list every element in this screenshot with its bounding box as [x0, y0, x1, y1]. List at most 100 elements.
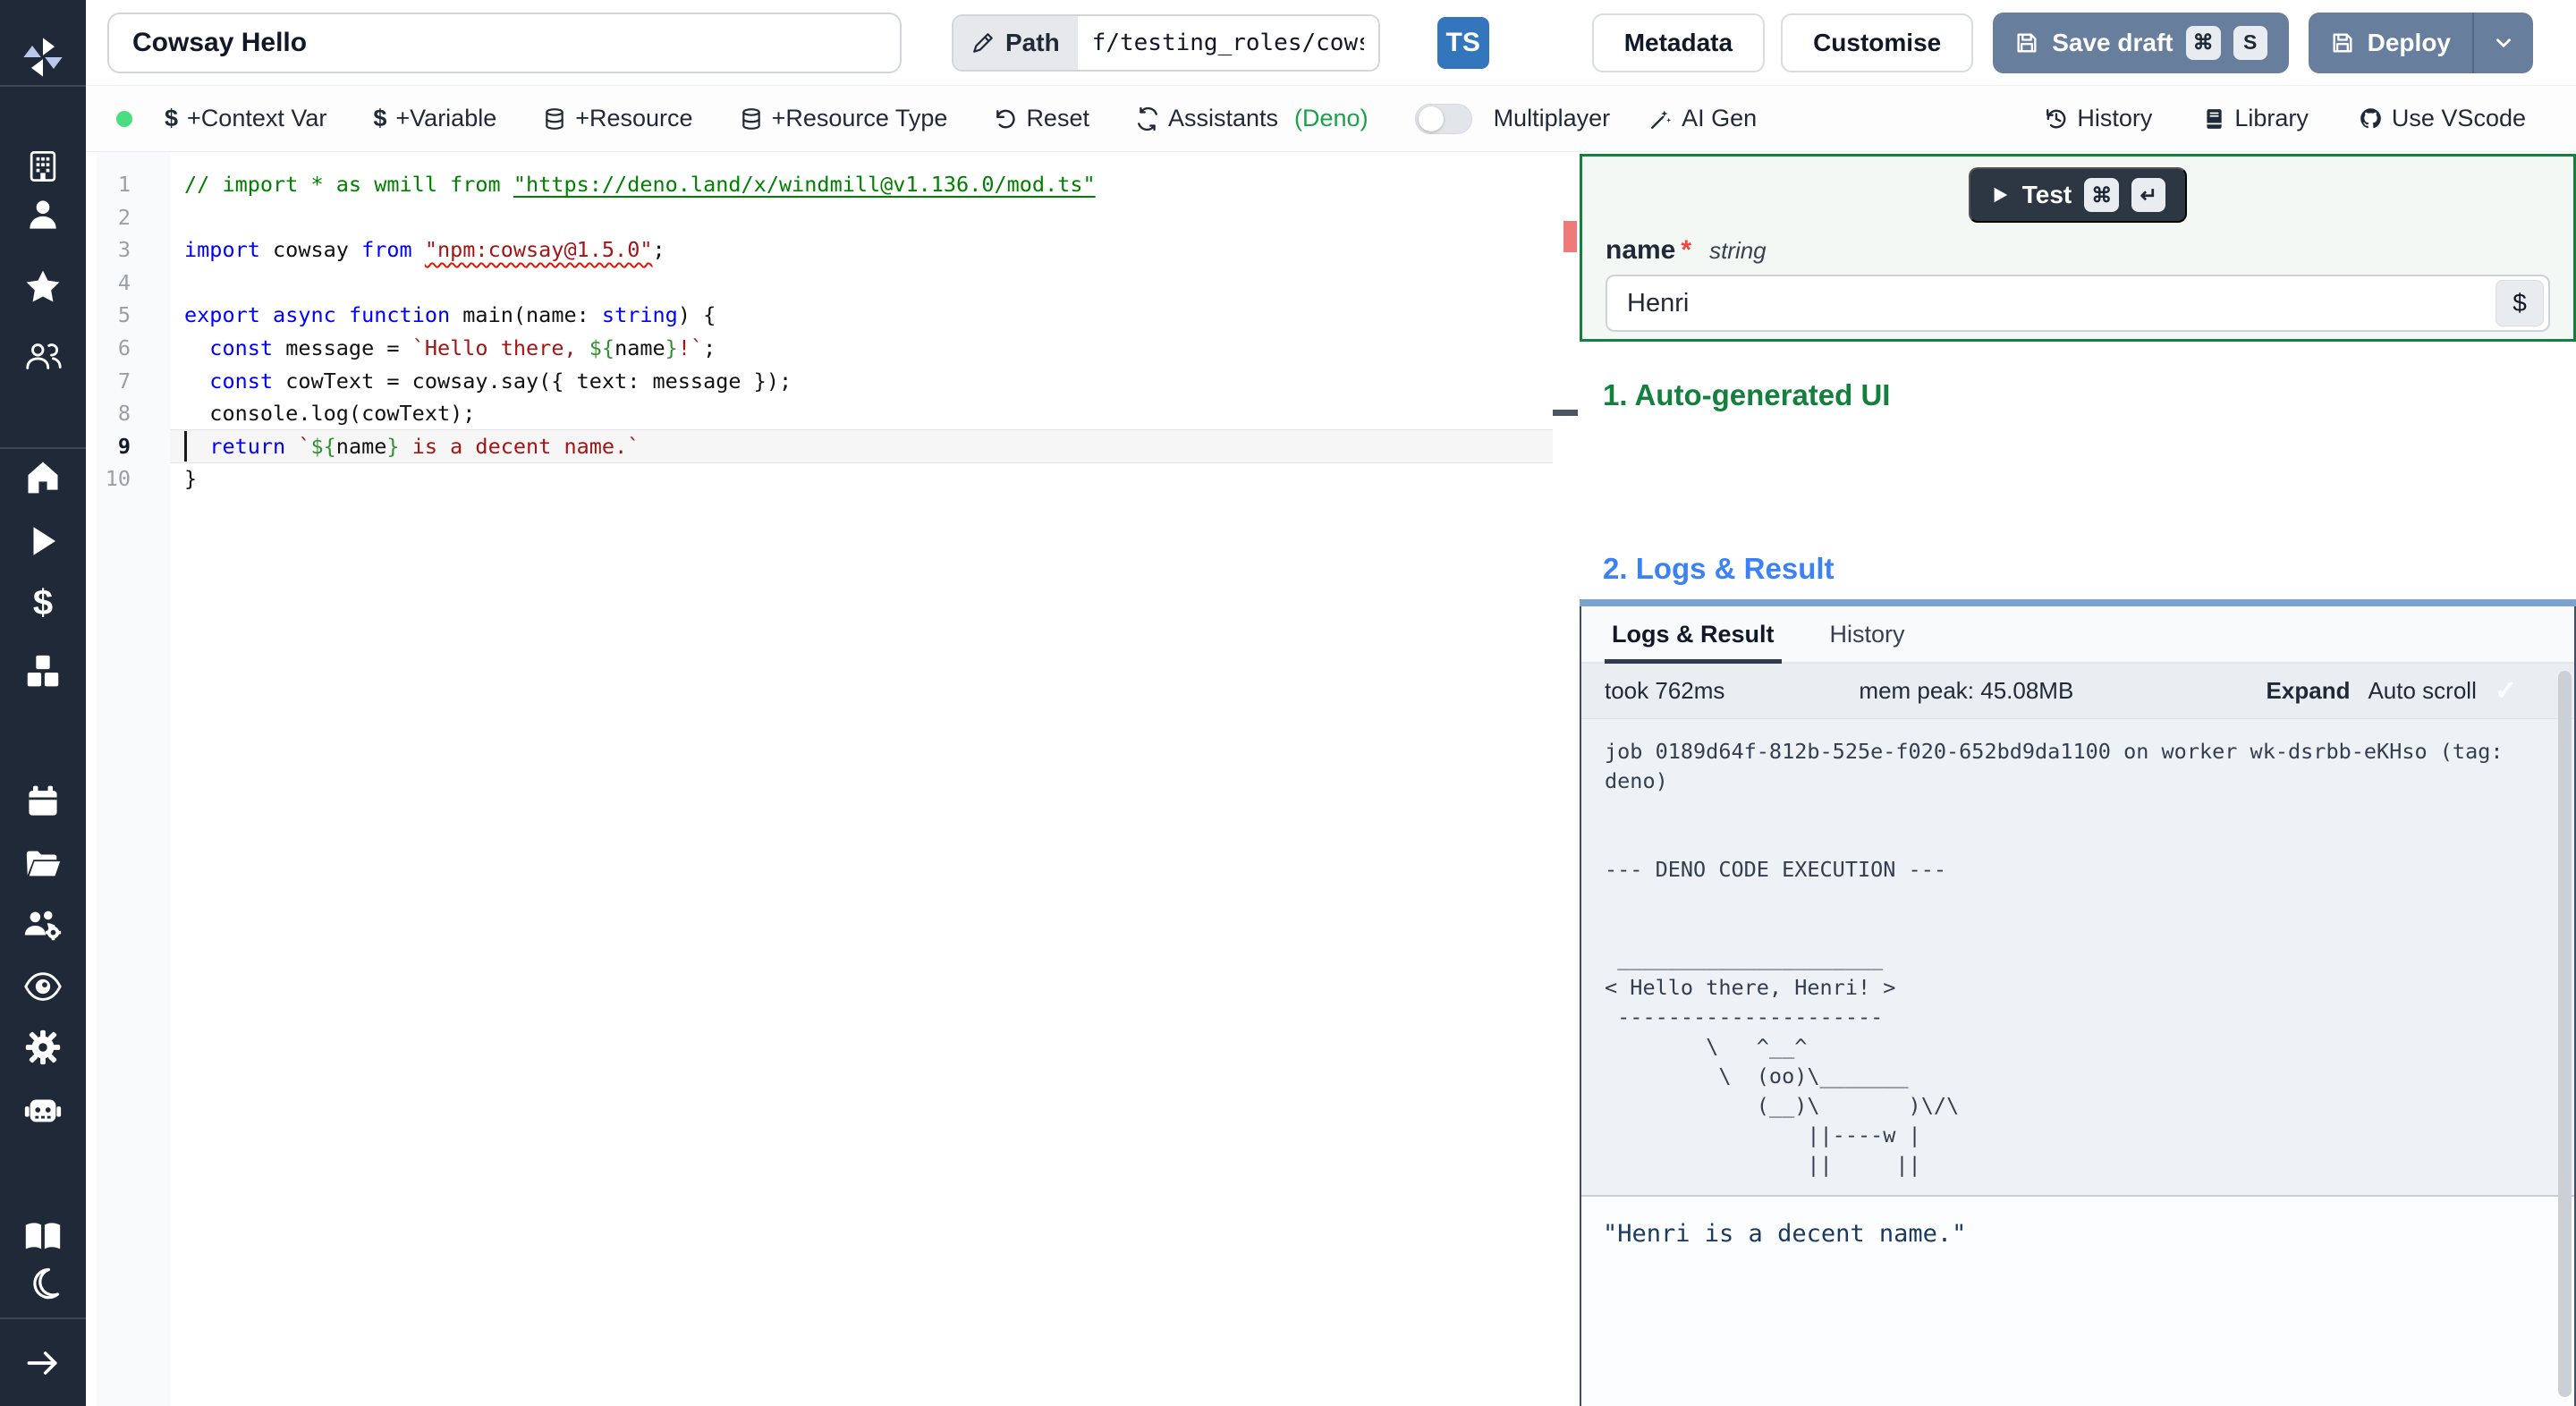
multiplayer-label: Multiplayer — [1493, 105, 1611, 131]
favorites-star-icon[interactable] — [0, 267, 86, 307]
groups-users-icon[interactable] — [0, 335, 86, 377]
schedules-calendar-icon[interactable] — [0, 783, 86, 822]
editor-toolbar: $ +Context Var $ +Variable +Resource +Re… — [86, 86, 2576, 152]
library-button[interactable]: Library — [2202, 105, 2309, 132]
status-dot — [116, 110, 132, 127]
deploy-button[interactable]: Deploy — [2308, 12, 2533, 73]
log-output: job 0189d64f-812b-525e-f020-652bd9da1100… — [1581, 719, 2574, 1195]
add-variable-label: +Variable — [395, 105, 497, 131]
add-resource-type-button[interactable]: +Resource Type — [740, 105, 948, 132]
logs-result-heading: 2. Logs & Result — [1603, 552, 1835, 585]
save-icon — [2014, 30, 2039, 55]
folders-icon[interactable] — [0, 843, 86, 885]
path-button[interactable]: Path — [953, 15, 1078, 70]
tab-logs-result[interactable]: Logs & Result — [1605, 606, 1782, 664]
script-title-input[interactable] — [107, 12, 902, 73]
metadata-button[interactable]: Metadata — [1591, 13, 1766, 72]
history-button[interactable]: History — [2045, 105, 2152, 132]
multiplayer-toggle[interactable] — [1414, 103, 1472, 134]
name-input[interactable] — [1611, 288, 2496, 318]
mem-peak: mem peak: 45.08MB — [1859, 677, 2074, 704]
workspace-building-icon[interactable] — [0, 147, 86, 186]
scrollbar-error-marker — [1563, 221, 1577, 252]
use-vscode-button[interactable]: Use VScode — [2359, 105, 2526, 132]
pencil-icon — [971, 31, 995, 55]
reset-button[interactable]: Reset — [994, 105, 1089, 132]
ai-gen-label: AI Gen — [1682, 105, 1758, 131]
magic-wand-icon — [1649, 107, 1673, 131]
scrollbar-cursor-marker — [1553, 410, 1578, 416]
auto-generated-ui-heading: 1. Auto-generated UI — [1603, 378, 1891, 411]
windmill-logo[interactable] — [0, 34, 86, 80]
kbd-cmd: ⌘ — [2185, 25, 2221, 60]
use-vscode-label: Use VScode — [2391, 105, 2526, 131]
add-resource-button[interactable]: +Resource — [543, 105, 693, 132]
check-icon: ✓ — [2494, 676, 2517, 706]
variables-dollar-icon[interactable]: $ — [0, 583, 86, 623]
runs-play-icon[interactable] — [0, 522, 86, 560]
settings-gear-icon[interactable] — [0, 1027, 86, 1068]
path-input[interactable] — [1077, 15, 1378, 70]
database-icon — [543, 107, 566, 131]
autoscroll-toggle[interactable]: Auto scroll — [2368, 677, 2476, 705]
database-icon — [740, 107, 763, 131]
reset-label: Reset — [1026, 105, 1089, 131]
chevron-down-icon — [2492, 31, 2515, 55]
topbar: Path TS Metadata Customise Save draft ⌘ … — [86, 0, 2576, 86]
text-cursor — [184, 431, 187, 462]
multiplayer-toggle-group: Multiplayer — [1414, 103, 1611, 134]
assistants-button[interactable]: Assistants (Deno) — [1136, 105, 1368, 132]
kbd-enter: ↵ — [2131, 178, 2166, 212]
field-label-row: name * string — [1582, 235, 2573, 266]
add-context-var-label: +Context Var — [187, 105, 327, 131]
typescript-badge: TS — [1436, 16, 1489, 69]
save-icon — [2330, 30, 2355, 55]
logs-box: Logs & Result History took 762ms mem pea… — [1580, 606, 2576, 1406]
add-context-var-button[interactable]: $ +Context Var — [165, 105, 326, 132]
dark-mode-moon-icon[interactable] — [0, 1265, 86, 1304]
assistants-label: Assistants — [1167, 105, 1279, 131]
user-icon[interactable] — [0, 195, 86, 234]
panel-resize-handle[interactable] — [1580, 599, 2576, 606]
resources-cubes-icon[interactable] — [0, 652, 86, 693]
audit-logs-eye-icon[interactable] — [0, 966, 86, 1007]
run-stats-row: took 762ms mem peak: 45.08MB Expand Auto… — [1581, 664, 2574, 719]
expand-button[interactable]: Expand — [2267, 677, 2351, 705]
line-numbers: 1 2 3 4 5 6 7 8 9 10 — [105, 172, 131, 492]
sidebar-divider — [0, 447, 86, 449]
test-button[interactable]: Test ⌘ ↵ — [1968, 167, 2188, 223]
logs-tabbar: Logs & Result History — [1581, 606, 2574, 664]
code-editor[interactable]: 1 2 3 4 5 6 7 8 9 10 // import * as wmill from "h… — [86, 152, 1580, 1406]
library-label: Library — [2234, 105, 2309, 131]
docs-book-icon[interactable] — [0, 1216, 86, 1258]
deploy-dropdown[interactable] — [2474, 31, 2533, 55]
add-resource-label: +Resource — [575, 105, 693, 131]
sidebar-divider — [0, 1317, 86, 1319]
sidebar-divider — [0, 85, 86, 87]
save-draft-button[interactable]: Save draft ⌘ S — [1993, 12, 2289, 73]
ai-robot-icon[interactable] — [0, 1089, 86, 1131]
tab-history[interactable]: History — [1830, 606, 1905, 662]
insert-variable-button[interactable]: $ — [2496, 280, 2544, 326]
args-section: Test ⌘ ↵ name * string $ — [1580, 154, 2576, 342]
add-variable-button[interactable]: $ +Variable — [373, 105, 496, 132]
assistants-lang: (Deno) — [1294, 105, 1368, 131]
book-icon — [2202, 107, 2225, 131]
run-duration: took 762ms — [1605, 677, 1725, 704]
home-icon[interactable] — [0, 457, 86, 496]
logs-scrollbar[interactable] — [2558, 671, 2572, 1397]
test-label: Test — [2021, 181, 2072, 208]
groups-settings-icon[interactable] — [0, 904, 86, 945]
history-clock-icon — [2045, 107, 2068, 131]
reset-icon — [994, 107, 1017, 131]
ai-gen-button[interactable]: AI Gen — [1649, 105, 1757, 132]
sidebar: $ — [0, 0, 86, 1406]
expand-arrow-icon[interactable] — [0, 1343, 86, 1383]
code-lines[interactable]: // import * as wmill from "https://deno.… — [184, 168, 1096, 495]
customise-button[interactable]: Customise — [1781, 13, 1974, 72]
add-resource-type-label: +Resource Type — [771, 105, 948, 131]
path-button-label: Path — [1005, 28, 1060, 56]
history-label: History — [2077, 105, 2153, 131]
field-type: string — [1709, 237, 1767, 264]
name-input-wrap: $ — [1606, 275, 2550, 332]
